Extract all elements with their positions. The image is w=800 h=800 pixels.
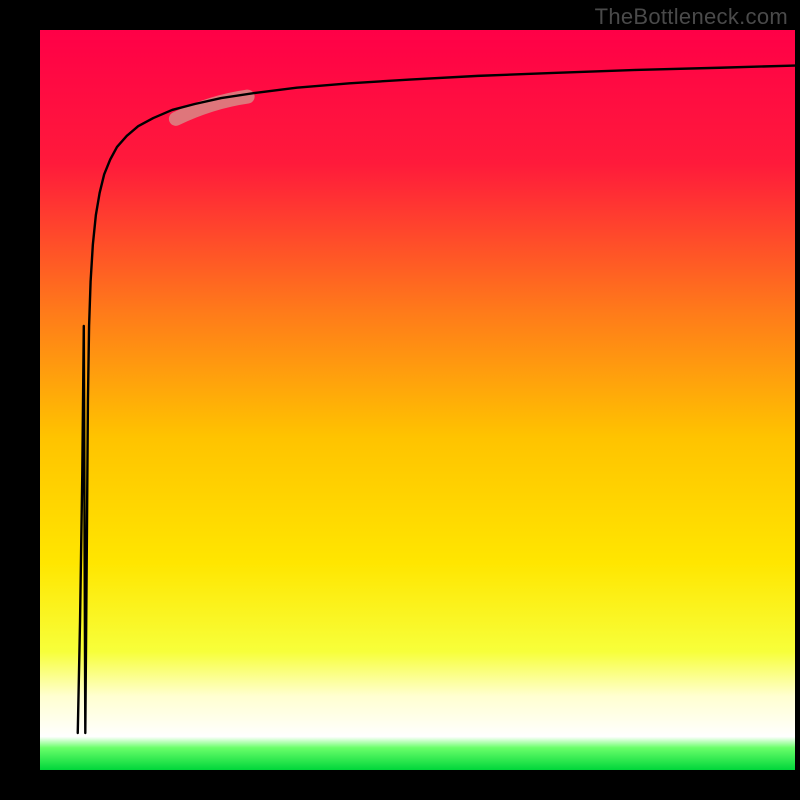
chart-container: TheBottleneck.com <box>0 0 800 800</box>
watermark-text: TheBottleneck.com <box>595 4 788 30</box>
chart-plot-background <box>40 30 795 770</box>
bottleneck-chart <box>0 0 800 800</box>
